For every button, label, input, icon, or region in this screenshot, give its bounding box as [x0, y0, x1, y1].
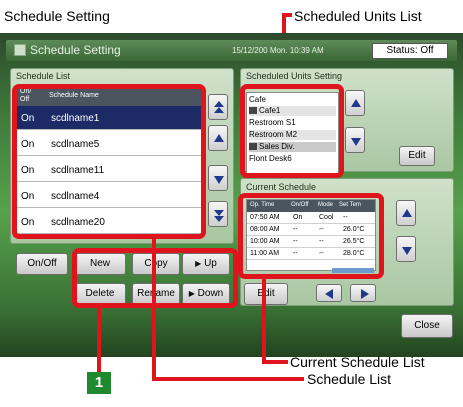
callout-line	[282, 13, 292, 17]
close-button[interactable]: Close	[401, 314, 453, 338]
window-title: Schedule Setting	[30, 43, 121, 57]
down-arrow-icon	[402, 247, 412, 255]
units-scroll-down-button[interactable]	[345, 127, 365, 153]
annotation-current-schedule-list: Current Schedule List	[290, 354, 425, 370]
highlight-schedule-list	[12, 84, 206, 239]
schedule-list-title: Schedule List	[16, 71, 71, 81]
scheduled-units-title: Scheduled Units Setting	[246, 71, 343, 81]
down-arrow-icon	[214, 176, 224, 184]
schedule-icon	[14, 44, 26, 56]
date-time: 15/12/200 Mon. 10:39 AM	[232, 46, 324, 55]
annotation-schedule-setting: Schedule Setting	[4, 8, 110, 24]
step-number-badge: 1	[87, 372, 111, 394]
schedule-scroll-down-button[interactable]	[396, 236, 416, 262]
callout-line	[262, 360, 288, 364]
schedule-scroll-up-button[interactable]	[396, 200, 416, 226]
schedule-prev-button[interactable]	[316, 284, 342, 302]
highlight-current-schedule	[238, 193, 384, 279]
double-down-arrow-icon	[214, 210, 224, 222]
callout-line	[152, 239, 156, 379]
left-arrow-icon	[325, 289, 333, 299]
up-arrow-icon	[402, 209, 412, 217]
double-up-arrow-icon	[214, 101, 224, 113]
scroll-down-button[interactable]	[208, 165, 228, 191]
schedule-next-button[interactable]	[350, 284, 376, 302]
units-scroll-up-button[interactable]	[345, 90, 365, 116]
onoff-button[interactable]: On/Off	[16, 253, 68, 275]
edit-schedule-button[interactable]: Edit	[244, 283, 288, 305]
down-arrow-icon	[351, 138, 361, 146]
callout-line	[262, 279, 266, 362]
current-schedule-title: Current Schedule	[246, 182, 317, 192]
scroll-up-button[interactable]	[208, 125, 228, 151]
annotation-scheduled-units-list: Scheduled Units List	[294, 8, 422, 24]
callout-line	[152, 377, 304, 381]
callout-line	[97, 308, 101, 372]
scroll-top-button[interactable]	[208, 94, 228, 120]
status-badge: Status: Off	[372, 43, 448, 59]
up-arrow-icon	[214, 134, 224, 142]
highlight-scheduled-units	[240, 84, 344, 178]
right-arrow-icon	[361, 289, 369, 299]
up-arrow-icon	[351, 99, 361, 107]
edit-units-button[interactable]: Edit	[399, 146, 435, 166]
scroll-bottom-button[interactable]	[208, 201, 228, 227]
annotation-schedule-list: Schedule List	[307, 371, 392, 387]
